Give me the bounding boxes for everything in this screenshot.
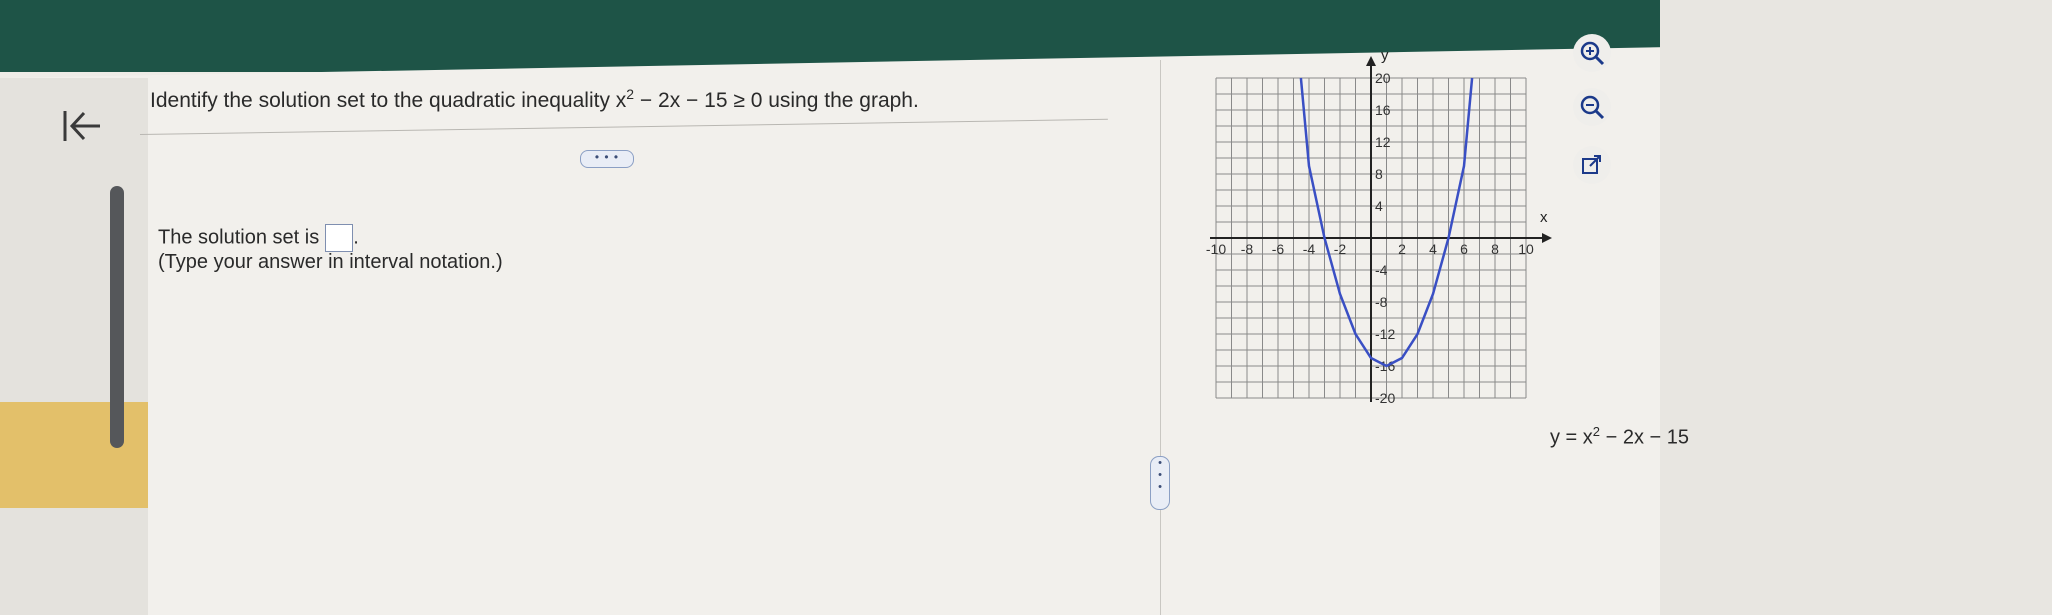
- answer-hint: (Type your answer in interval notation.): [158, 251, 503, 273]
- external-link-icon: [1582, 155, 1601, 174]
- zoom-out-button[interactable]: [1573, 88, 1611, 126]
- scrollbar-thumb[interactable]: [110, 186, 124, 448]
- y-tick-label: 20: [1375, 70, 1391, 86]
- right-background: [1660, 0, 2052, 615]
- x-axis-label: x: [1540, 209, 1548, 226]
- y-axis-arrow: [1366, 56, 1376, 66]
- graph: xy -10 -8 -6 -4 -2 2 4 6 8 1020161284-4-8-12-16-2…: [1206, 47, 1552, 406]
- x-tick-label: 6: [1460, 241, 1468, 257]
- y-tick-label: -20: [1375, 390, 1395, 406]
- y-tick-label: -8: [1375, 294, 1388, 310]
- x-tick-label: 4: [1429, 241, 1437, 257]
- y-tick-label: -12: [1375, 326, 1395, 342]
- x-tick-label: -10: [1206, 241, 1226, 257]
- zoom-in-icon: [1580, 41, 1605, 66]
- y-tick-label: -4: [1375, 262, 1388, 278]
- resize-handle[interactable]: • • •: [1150, 456, 1170, 510]
- panel-divider: [1160, 60, 1161, 615]
- more-button[interactable]: • • •: [580, 150, 634, 168]
- y-tick-label: 12: [1375, 134, 1391, 150]
- left-strip: [0, 78, 148, 615]
- x-tick-label: -2: [1334, 241, 1347, 257]
- solution-prompt: The solution set is.: [158, 224, 359, 252]
- question-text: Identify the solution set to the quadrat…: [150, 86, 919, 112]
- chart-axes: xy: [1210, 47, 1552, 402]
- x-tick-label: 2: [1398, 241, 1406, 257]
- x-tick-label: -8: [1241, 241, 1254, 257]
- answer-input[interactable]: [325, 224, 354, 252]
- collapse-arrow-icon[interactable]: [62, 108, 102, 144]
- x-tick-label: -4: [1303, 241, 1316, 257]
- zoom-in-button[interactable]: [1573, 34, 1611, 72]
- y-axis-label: y: [1381, 47, 1389, 64]
- open-external-button[interactable]: [1573, 146, 1611, 184]
- y-tick-label: 16: [1375, 102, 1391, 118]
- equation-label: y = x2 − 2x − 15: [1550, 424, 1689, 449]
- x-tick-label: -6: [1272, 241, 1285, 257]
- zoom-out-icon: [1580, 95, 1605, 120]
- x-axis-arrow: [1542, 233, 1552, 243]
- x-tick-label: 10: [1518, 241, 1534, 257]
- y-tick-label: 4: [1375, 198, 1383, 214]
- left-highlight: [0, 402, 148, 508]
- x-tick-label: 8: [1491, 241, 1499, 257]
- y-tick-label: 8: [1375, 166, 1383, 182]
